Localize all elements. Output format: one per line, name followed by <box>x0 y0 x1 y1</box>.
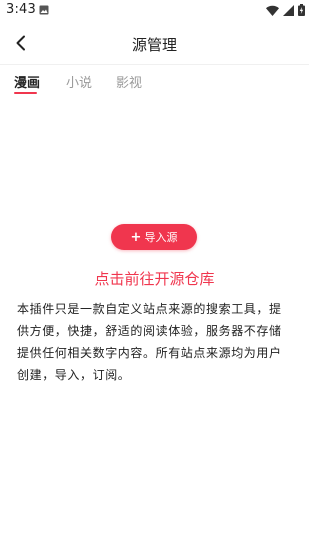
battery-charging-icon <box>298 4 305 16</box>
signal-icon <box>283 4 294 16</box>
wifi-icon <box>266 5 279 16</box>
app-bar: 源管理 <box>0 22 309 65</box>
import-source-label: 导入源 <box>144 231 178 244</box>
disclaimer-text: 本插件只是一款自定义站点来源的搜索工具，提供方便，快捷，舒适的阅读体验，服务器不… <box>17 302 282 382</box>
status-icons <box>266 4 305 16</box>
status-time: 3:43 <box>6 2 36 17</box>
tab-comics[interactable]: 漫画 <box>14 72 40 91</box>
tab-bar: 漫画 小说 影视 <box>0 66 309 98</box>
open-source-repo-link[interactable]: 点击前往开源仓库 <box>0 268 309 289</box>
tab-active-indicator <box>14 92 37 94</box>
plus-icon: + <box>130 229 142 245</box>
import-source-button[interactable]: + 导入源 <box>111 224 197 250</box>
tab-videos[interactable]: 影视 <box>116 72 142 91</box>
status-bar: 3:43 <box>0 0 309 22</box>
image-notification-icon <box>39 5 49 15</box>
page-title: 源管理 <box>131 36 177 54</box>
tab-novels[interactable]: 小说 <box>66 72 92 91</box>
